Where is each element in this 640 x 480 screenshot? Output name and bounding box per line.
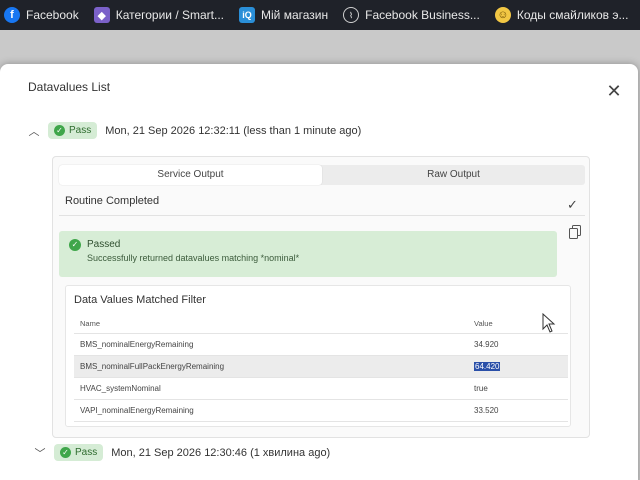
table-row: HVAC_systemNominal true — [74, 378, 568, 400]
result-message: Successfully returned datavalues matchin… — [87, 253, 300, 263]
divider — [59, 215, 585, 216]
facebook-business-icon: ⌇ — [343, 7, 360, 23]
bookmark-label: Facebook — [26, 8, 79, 22]
cell-value: true — [474, 384, 488, 393]
smiley-icon: ☺ — [494, 7, 511, 23]
status-label: Pass — [75, 447, 98, 458]
status-label: Pass — [69, 125, 92, 136]
cell-value: 33.520 — [474, 406, 499, 415]
copy-icon[interactable] — [569, 225, 581, 239]
table-row: BMS_nominalFullPackEnergyRemaining 64.42… — [74, 356, 568, 378]
cell-value: 34.920 — [474, 340, 499, 349]
cell-name: BMS_nominalEnergyRemaining — [80, 340, 194, 349]
check-circle-icon: ✓ — [54, 125, 65, 136]
chevron-up-icon[interactable]: ︿ — [28, 123, 40, 139]
result-title: Passed — [87, 239, 121, 250]
result-banner: ✓ Passed Successfully returned datavalue… — [59, 231, 557, 277]
datavalues-card: Data Values Matched Filter Name Value BM… — [65, 285, 571, 427]
table-row: VAPI_nominalEnergyRemaining 33.520 — [74, 400, 568, 422]
check-icon: ✓ — [567, 197, 578, 212]
selected-text[interactable]: 64.420 — [474, 362, 501, 371]
routine-status: Routine Completed — [65, 195, 160, 207]
bookmark-facebook[interactable]: f Facebook — [0, 0, 90, 30]
run-timestamp: Mon, 21 Sep 2026 12:30:46 (1 хвилина ago… — [111, 446, 331, 459]
bookmark-smiley-codes[interactable]: ☺ Коды смайликов э... — [491, 0, 640, 30]
bookmark-label: Коды смайликов э... — [516, 8, 629, 22]
bookmarks-bar: f Facebook ◆ Категории / Smart... iQ Мій… — [0, 0, 640, 30]
datavalues-title: Data Values Matched Filter — [74, 294, 206, 306]
output-tabs: Service Output Raw Output — [59, 165, 585, 185]
close-button[interactable]: ✕ — [605, 82, 623, 100]
table-header: Name Value — [74, 314, 568, 334]
chevron-down-icon[interactable]: ﹀ — [34, 445, 46, 461]
cube-icon: ◆ — [93, 7, 110, 23]
datavalues-table: Name Value BMS_nominalEnergyRemaining 34… — [74, 314, 568, 422]
iq-icon: iQ — [239, 7, 256, 23]
cell-name: HVAC_systemNominal — [80, 384, 161, 393]
cell-value[interactable]: 64.420 — [474, 362, 568, 371]
status-badge: ✓ Pass — [48, 122, 98, 139]
facebook-icon: f — [4, 7, 20, 23]
bookmark-label: Facebook Business... — [365, 8, 480, 22]
bookmark-my-shop[interactable]: iQ Мій магазин — [235, 0, 339, 30]
bookmark-label: Категории / Smart... — [115, 8, 225, 22]
check-circle-icon: ✓ — [60, 447, 71, 458]
check-circle-icon: ✓ — [69, 239, 81, 251]
cell-name: BMS_nominalFullPackEnergyRemaining — [80, 362, 225, 371]
bookmark-facebook-business[interactable]: ⌇ Facebook Business... — [339, 0, 491, 30]
run-row[interactable]: ﹀ ✓ Pass Mon, 21 Sep 2026 12:30:46 (1 хв… — [34, 444, 330, 461]
bookmark-categories[interactable]: ◆ Категории / Smart... — [90, 0, 235, 30]
bookmark-label: Мій магазин — [261, 8, 329, 22]
run-row[interactable]: ︿ ✓ Pass Mon, 21 Sep 2026 12:32:11 (less… — [28, 122, 361, 139]
mouse-cursor-icon — [542, 313, 556, 333]
run-details-panel: Service Output Raw Output Routine Comple… — [52, 156, 590, 438]
run-timestamp: Mon, 21 Sep 2026 12:32:11 (less than 1 m… — [105, 124, 362, 137]
datavalues-modal: Datavalues List ✕ ︿ ✓ Pass Mon, 21 Sep 2… — [0, 64, 638, 480]
cell-name: VAPI_nominalEnergyRemaining — [80, 406, 194, 415]
table-row: BMS_nominalEnergyRemaining 34.920 — [74, 334, 568, 356]
modal-title: Datavalues List — [28, 80, 111, 94]
tab-raw-output[interactable]: Raw Output — [322, 165, 585, 185]
status-badge: ✓ Pass — [54, 444, 104, 461]
column-header-name: Name — [80, 319, 101, 328]
tab-service-output[interactable]: Service Output — [59, 165, 322, 185]
